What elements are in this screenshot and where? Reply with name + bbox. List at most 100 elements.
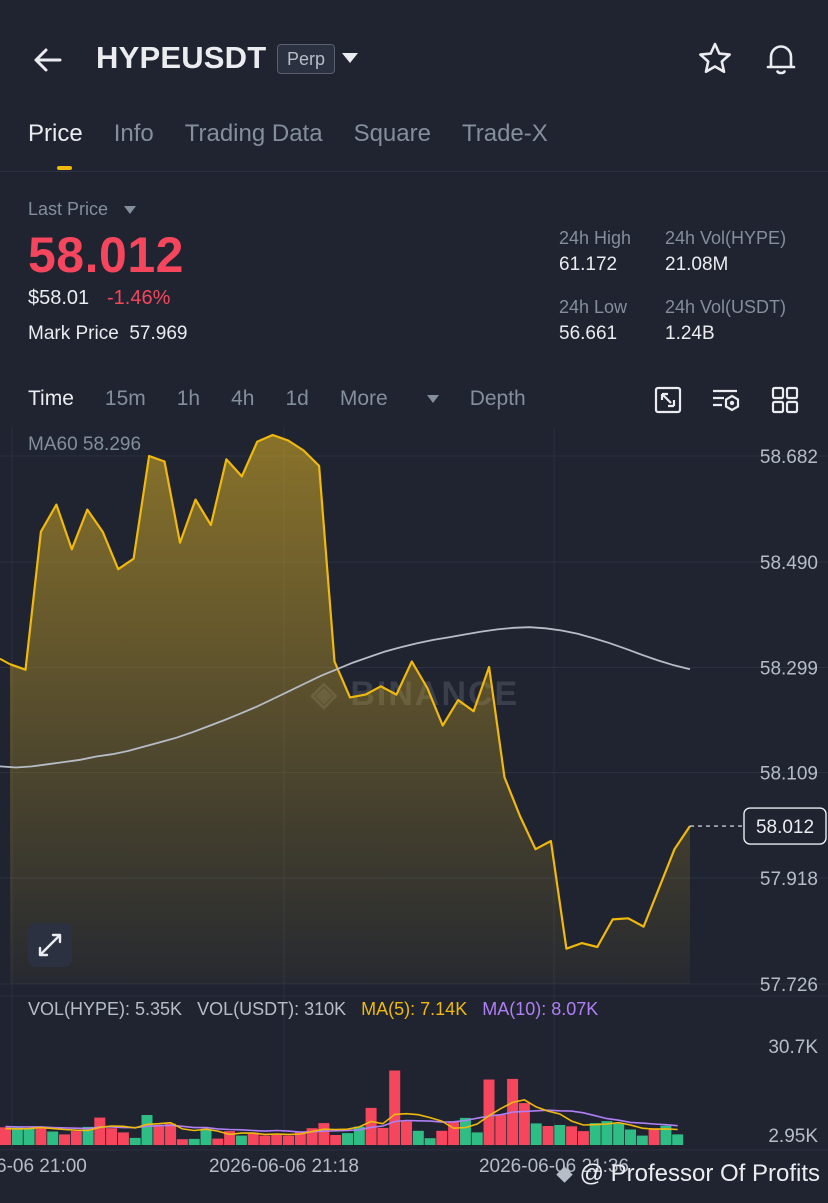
volume-bar [636,1135,648,1145]
watermark-overlay: ⬥ @ Professor Of Profits [556,1160,820,1188]
price-tick-label: 58.490 [760,553,818,574]
volume-bar [23,1128,35,1145]
volume-bar [11,1127,23,1145]
volume-bar [153,1126,165,1145]
volume-bar [235,1135,247,1145]
interval-bar: Time 15m 1h 4h 1d More Depth [28,387,557,411]
price-chart[interactable]: ◈ BINANCE58.01258.68258.49058.29958.1095… [0,428,828,1203]
volume-bar [401,1121,412,1145]
interval-1h[interactable]: 1h [177,387,200,411]
watermark-text: @ Professor Of Profits [579,1160,820,1187]
interval-more[interactable]: More [340,387,439,411]
volume-bar [518,1103,530,1145]
expand-chart-button[interactable] [28,923,72,967]
tab-square[interactable]: Square [354,120,431,148]
volume-bar [530,1123,542,1145]
volume-bar [625,1129,636,1145]
volume-bar [70,1131,82,1145]
interval-1d[interactable]: 1d [285,387,308,411]
watermark-logo-icon: ⬥ [556,1160,573,1187]
usd-price: $58.01 [28,287,90,309]
volume-bar [0,1127,11,1145]
volume-bar [342,1133,353,1145]
volume-bar [117,1132,129,1145]
price-tick-label: 58.299 [760,659,818,680]
low-24h-label: 24h Low [559,297,628,317]
more-caret-icon [426,395,439,404]
price-line-lead [0,657,11,666]
volume-bar [259,1135,271,1145]
interval-more-label: More [339,387,388,410]
vol-usdt-legend: VOL(USDT): 310K [197,999,347,1019]
volume-bar [212,1138,224,1145]
ma5-legend: MA(5): 7.14K [361,999,468,1019]
volume-bar [577,1131,589,1145]
volume-bar [94,1117,106,1145]
tab-trade-x[interactable]: Trade-X [462,120,548,148]
price-change-percent: -1.46% [107,287,171,309]
volume-bar [247,1132,259,1145]
symbol-title[interactable]: HYPEUSDT [96,40,266,76]
volume-bar [165,1123,177,1145]
volume-bar [542,1126,554,1145]
price-tick-label: 57.726 [760,975,818,996]
vol-hype-24h-label: 24h Vol(HYPE) [665,228,787,248]
vol-usdt-24h-value: 1.24B [665,323,715,344]
page-tabs: Price Info Trading Data Square Trade-X [28,120,548,170]
tab-info[interactable]: Info [114,120,154,148]
volume-bar [176,1139,188,1145]
volume-bar [389,1070,401,1145]
volume-bar [283,1135,294,1145]
volume-legend: VOL(HYPE): 5.35K VOL(USDT): 310K MA(5): … [28,999,598,1020]
volume-bar [459,1117,471,1145]
interval-4h[interactable]: 4h [231,387,254,411]
price-area-fill [10,435,690,984]
mark-price-value: 57.969 [129,323,188,344]
volume-bar [589,1123,601,1145]
volume-bar [106,1128,118,1145]
back-arrow-icon[interactable] [28,40,68,80]
ma60-legend: MA60 58.296 [28,434,142,455]
volume-tick-label: 2.95K [768,1126,818,1147]
mark-price: Mark Price 57.969 [28,323,187,345]
volume-bar [129,1137,141,1145]
indicator-settings-icon[interactable] [711,385,741,415]
favorite-star-icon[interactable] [696,40,734,78]
volume-bar [188,1138,200,1145]
interval-15m[interactable]: 15m [105,387,146,411]
low-24h-value: 56.661 [559,323,618,344]
chart-fullscreen-icon[interactable] [653,385,683,415]
volume-bar [200,1128,212,1145]
volume-bar [330,1135,342,1145]
depth-tab[interactable]: Depth [470,387,526,411]
volume-bar [471,1132,483,1145]
interval-time[interactable]: Time [28,387,74,411]
price-alert-bell-icon[interactable] [762,40,800,78]
volume-bar [672,1134,684,1145]
volume-bar [412,1130,424,1145]
symbol-dropdown-icon[interactable] [342,53,358,63]
high-24h-label: 24h High [559,228,632,248]
volume-bar [47,1131,59,1145]
time-tick-label: 2026-06-06 21:18 [209,1156,359,1177]
mark-price-label: Mark Price [28,323,119,344]
tab-trading-data[interactable]: Trading Data [185,120,323,148]
price-tick-label: 58.682 [760,447,818,468]
volume-bar [566,1126,578,1145]
volume-bar [59,1134,70,1145]
vol-hype-24h-value: 21.08M [665,254,729,275]
volume-bar [35,1127,47,1145]
volume-bar [648,1128,660,1145]
expand-arrows-icon [38,933,62,957]
volume-bar [495,1114,507,1145]
contract-type-badge: Perp [277,44,336,74]
price-tick-label: 58.109 [760,763,818,784]
last-price-dropdown-icon[interactable] [124,206,136,214]
volume-bar [554,1125,566,1145]
layout-grid-icon[interactable] [770,385,800,415]
last-price-label[interactable]: Last Price [28,199,108,220]
last-price-value: 58.012 [28,227,184,283]
tab-price[interactable]: Price [28,120,83,170]
time-tick-label: 6-06 21:00 [0,1156,87,1177]
vol-usdt-24h-label: 24h Vol(USDT) [665,297,787,317]
